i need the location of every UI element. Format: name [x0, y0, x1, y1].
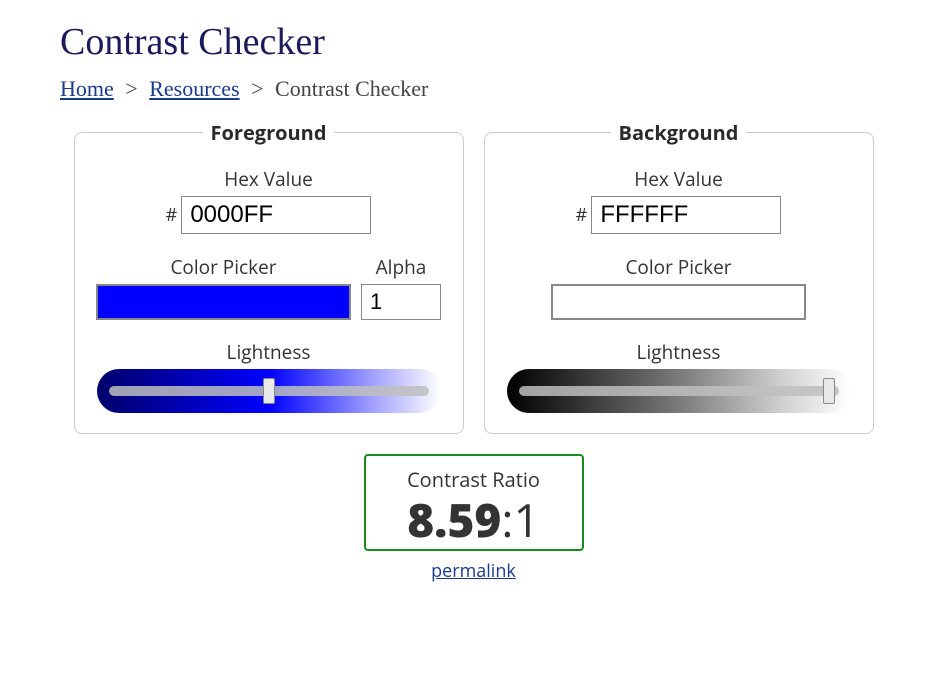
- page-title: Contrast Checker: [60, 20, 887, 64]
- fg-slider-thumb[interactable]: [263, 378, 275, 404]
- breadcrumb-home-link[interactable]: Home: [60, 76, 114, 101]
- breadcrumb-sep: >: [251, 76, 263, 101]
- hash-symbol: #: [166, 203, 178, 227]
- bg-lightness-slider[interactable]: [507, 369, 851, 413]
- slider-track: [109, 386, 429, 396]
- ratio-number: 8.59: [407, 489, 501, 551]
- fg-lightness-slider[interactable]: [97, 369, 441, 413]
- breadcrumb-sep: >: [125, 76, 137, 101]
- breadcrumb-current: Contrast Checker: [275, 76, 428, 101]
- bg-lightness-label: Lightness: [505, 339, 853, 365]
- permalink-link[interactable]: permalink: [431, 559, 516, 583]
- fg-lightness-label: Lightness: [95, 339, 443, 365]
- slider-track: [519, 386, 839, 396]
- background-panel: Background Hex Value # Color Picker Ligh…: [484, 132, 874, 434]
- fg-alpha-label: Alpha: [361, 254, 441, 280]
- ratio-suffix: :1: [501, 489, 539, 551]
- bg-color-picker[interactable]: [551, 284, 806, 320]
- bg-hex-input[interactable]: [591, 196, 781, 234]
- background-legend: Background: [611, 119, 747, 146]
- breadcrumb-resources-link[interactable]: Resources: [149, 76, 239, 101]
- bg-hex-label: Hex Value: [505, 166, 853, 192]
- hash-symbol: #: [576, 203, 588, 227]
- fg-hex-label: Hex Value: [95, 166, 443, 192]
- contrast-ratio-box: Contrast Ratio 8.59:1: [364, 454, 584, 551]
- fg-color-picker[interactable]: [96, 284, 351, 320]
- foreground-panel: Foreground Hex Value # Color Picker Alph…: [74, 132, 464, 434]
- fg-hex-input[interactable]: [181, 196, 371, 234]
- breadcrumb: Home > Resources > Contrast Checker: [60, 76, 887, 102]
- fg-picker-label: Color Picker: [96, 254, 351, 280]
- foreground-legend: Foreground: [203, 119, 335, 146]
- fg-alpha-input[interactable]: [361, 284, 441, 320]
- ratio-value: 8.59:1: [376, 497, 572, 543]
- bg-slider-thumb[interactable]: [823, 378, 835, 404]
- bg-picker-label: Color Picker: [505, 254, 853, 280]
